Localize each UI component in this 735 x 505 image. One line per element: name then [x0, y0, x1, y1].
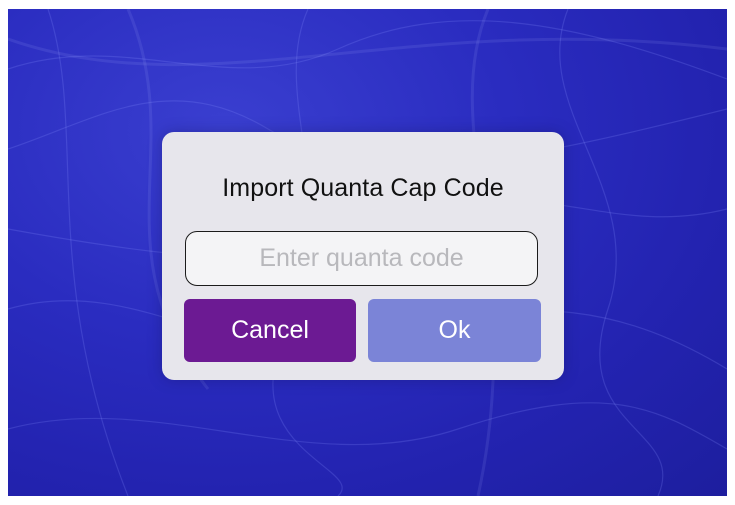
cancel-button[interactable]: Cancel	[184, 299, 356, 362]
wallpaper-background: Import Quanta Cap Code Cancel Ok	[8, 9, 727, 496]
quanta-code-input[interactable]	[185, 231, 538, 286]
dialog-title: Import Quanta Cap Code	[222, 174, 504, 202]
ok-button[interactable]: Ok	[368, 299, 541, 362]
import-code-dialog: Import Quanta Cap Code Cancel Ok	[162, 132, 564, 380]
